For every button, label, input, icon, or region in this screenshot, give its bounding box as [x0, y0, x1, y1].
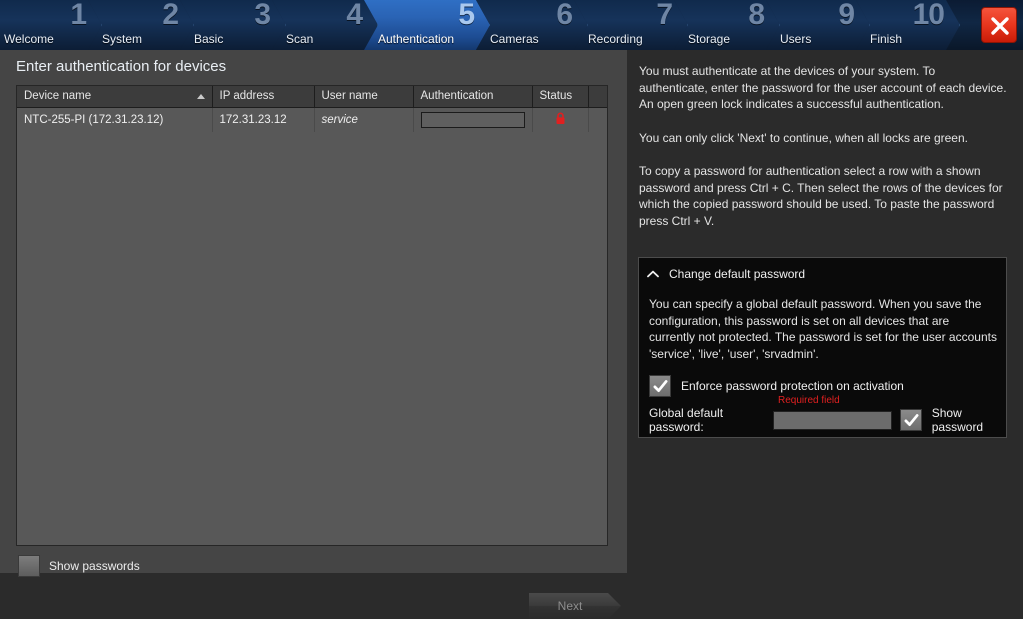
column-header-spacer	[588, 86, 607, 108]
column-label: Authentication	[420, 90, 494, 103]
global-default-password-row: Global default password: Show password	[649, 406, 1006, 434]
wizard-step-label: Users	[780, 32, 812, 46]
wizard-step-number: 2	[162, 0, 179, 31]
wizard-step-number: 6	[556, 0, 573, 31]
wizard-step-welcome[interactable]: 1 Welcome	[0, 0, 102, 50]
content-area: Enter authentication for devices Device …	[0, 50, 1023, 573]
wizard-step-recording[interactable]: 7 Recording	[574, 0, 688, 50]
lock-closed-icon	[555, 112, 566, 128]
next-button-label: Next	[557, 599, 583, 613]
enforce-password-protection-row[interactable]: Enforce password protection on activatio…	[649, 375, 904, 397]
cell-device-name: NTC-255-PI (172.31.23.12)	[17, 107, 213, 132]
show-passwords-checkbox-row[interactable]: Show passwords	[18, 555, 140, 577]
cell-user-name: service	[314, 107, 414, 132]
panel-description: You can specify a global default passwor…	[649, 297, 997, 361]
wizard-step-basic[interactable]: 3 Basic	[180, 0, 286, 50]
wizard-step-number: 3	[254, 0, 271, 31]
column-label: Device name	[24, 90, 92, 103]
wizard-step-number: 9	[838, 0, 855, 31]
column-header-device-name[interactable]: Device name	[17, 86, 213, 108]
column-label: User name	[321, 90, 378, 103]
panel-header-toggle[interactable]: Change default password	[647, 265, 805, 283]
wizard-step-label: Authentication	[378, 32, 455, 46]
help-paragraph-2: You can only click 'Next' to continue, w…	[639, 131, 968, 145]
wizard-step-users[interactable]: 9 Users	[766, 0, 870, 50]
wizard-step-label: Scan	[286, 32, 314, 46]
global-default-password-input[interactable]	[772, 410, 892, 430]
table-header-row: Device name IP address User name Authent…	[17, 86, 607, 108]
enforce-password-protection-checkbox[interactable]	[649, 375, 671, 397]
column-label: IP address	[219, 90, 275, 103]
panel-title: Change default password	[669, 267, 806, 281]
close-icon[interactable]	[981, 7, 1017, 43]
wizard-step-storage[interactable]: 8 Storage	[674, 0, 780, 50]
show-passwords-label: Show passwords	[49, 559, 140, 573]
help-paragraph-3: To copy a password for authentication se…	[639, 164, 1003, 228]
show-passwords-checkbox[interactable]	[18, 555, 40, 577]
column-label: Status	[539, 90, 573, 103]
device-table: Device name IP address User name Authent…	[17, 86, 607, 132]
required-field-warning: Required field	[778, 395, 840, 406]
column-header-ip-address[interactable]: IP address	[212, 86, 315, 108]
authentication-password-input[interactable]	[420, 111, 525, 128]
left-pane: Enter authentication for devices Device …	[0, 50, 627, 573]
sort-ascending-icon	[196, 94, 205, 99]
wizard-step-authentication[interactable]: 5 Authentication	[364, 0, 490, 50]
cell-spacer	[588, 107, 607, 132]
device-table-container: Device name IP address User name Authent…	[16, 85, 608, 546]
wizard-step-label: Finish	[870, 32, 903, 46]
enforce-password-protection-label: Enforce password protection on activatio…	[681, 379, 904, 393]
wizard-step-label: Recording	[588, 32, 643, 46]
wizard-step-label: Basic	[194, 32, 224, 46]
cell-ip-address: 172.31.23.12	[212, 107, 315, 132]
cell-authentication	[413, 107, 533, 132]
wizard-step-number: 7	[656, 0, 673, 31]
wizard-step-bar: 1 Welcome 2 System 3 Basic 4 Scan 5 Authenticatio…	[0, 0, 1023, 50]
cell-status	[532, 107, 589, 132]
next-button[interactable]: Next	[529, 593, 621, 619]
wizard-step-label: Cameras	[490, 32, 539, 46]
wizard-step-label: Storage	[688, 32, 731, 46]
global-default-password-label: Global default password:	[649, 406, 724, 434]
wizard-step-number: 5	[458, 0, 475, 31]
column-header-user-name[interactable]: User name	[314, 86, 414, 108]
help-paragraph-1: You must authenticate at the devices of …	[639, 64, 1007, 111]
help-pane: You must authenticate at the devices of …	[627, 50, 1023, 573]
chevron-up-icon	[647, 265, 659, 283]
wizard-step-number: 8	[748, 0, 765, 31]
wizard-step-label: System	[102, 32, 143, 46]
show-password-checkbox[interactable]	[899, 409, 922, 431]
table-body: NTC-255-PI (172.31.23.12) 172.31.23.12 ser…	[17, 107, 607, 132]
wizard-step-scan[interactable]: 4 Scan	[272, 0, 378, 50]
table-row[interactable]: NTC-255-PI (172.31.23.12) 172.31.23.12 ser…	[17, 107, 607, 132]
wizard-step-number: 1	[70, 0, 87, 31]
wizard-step-number: 10	[912, 0, 945, 31]
show-password-label: Show password	[931, 406, 984, 434]
change-default-password-panel: Change default password You can specify …	[638, 257, 1007, 438]
wizard-step-finish[interactable]: 10 Finish	[856, 0, 960, 50]
page-title: Enter authentication for devices	[16, 58, 227, 75]
column-header-authentication[interactable]: Authentication	[413, 86, 533, 108]
wizard-step-label: Welcome	[4, 32, 54, 46]
column-header-status[interactable]: Status	[532, 86, 589, 108]
wizard-step-system[interactable]: 2 System	[88, 0, 194, 50]
wizard-step-cameras[interactable]: 6 Cameras	[476, 0, 588, 50]
wizard-step-number: 4	[346, 0, 363, 31]
